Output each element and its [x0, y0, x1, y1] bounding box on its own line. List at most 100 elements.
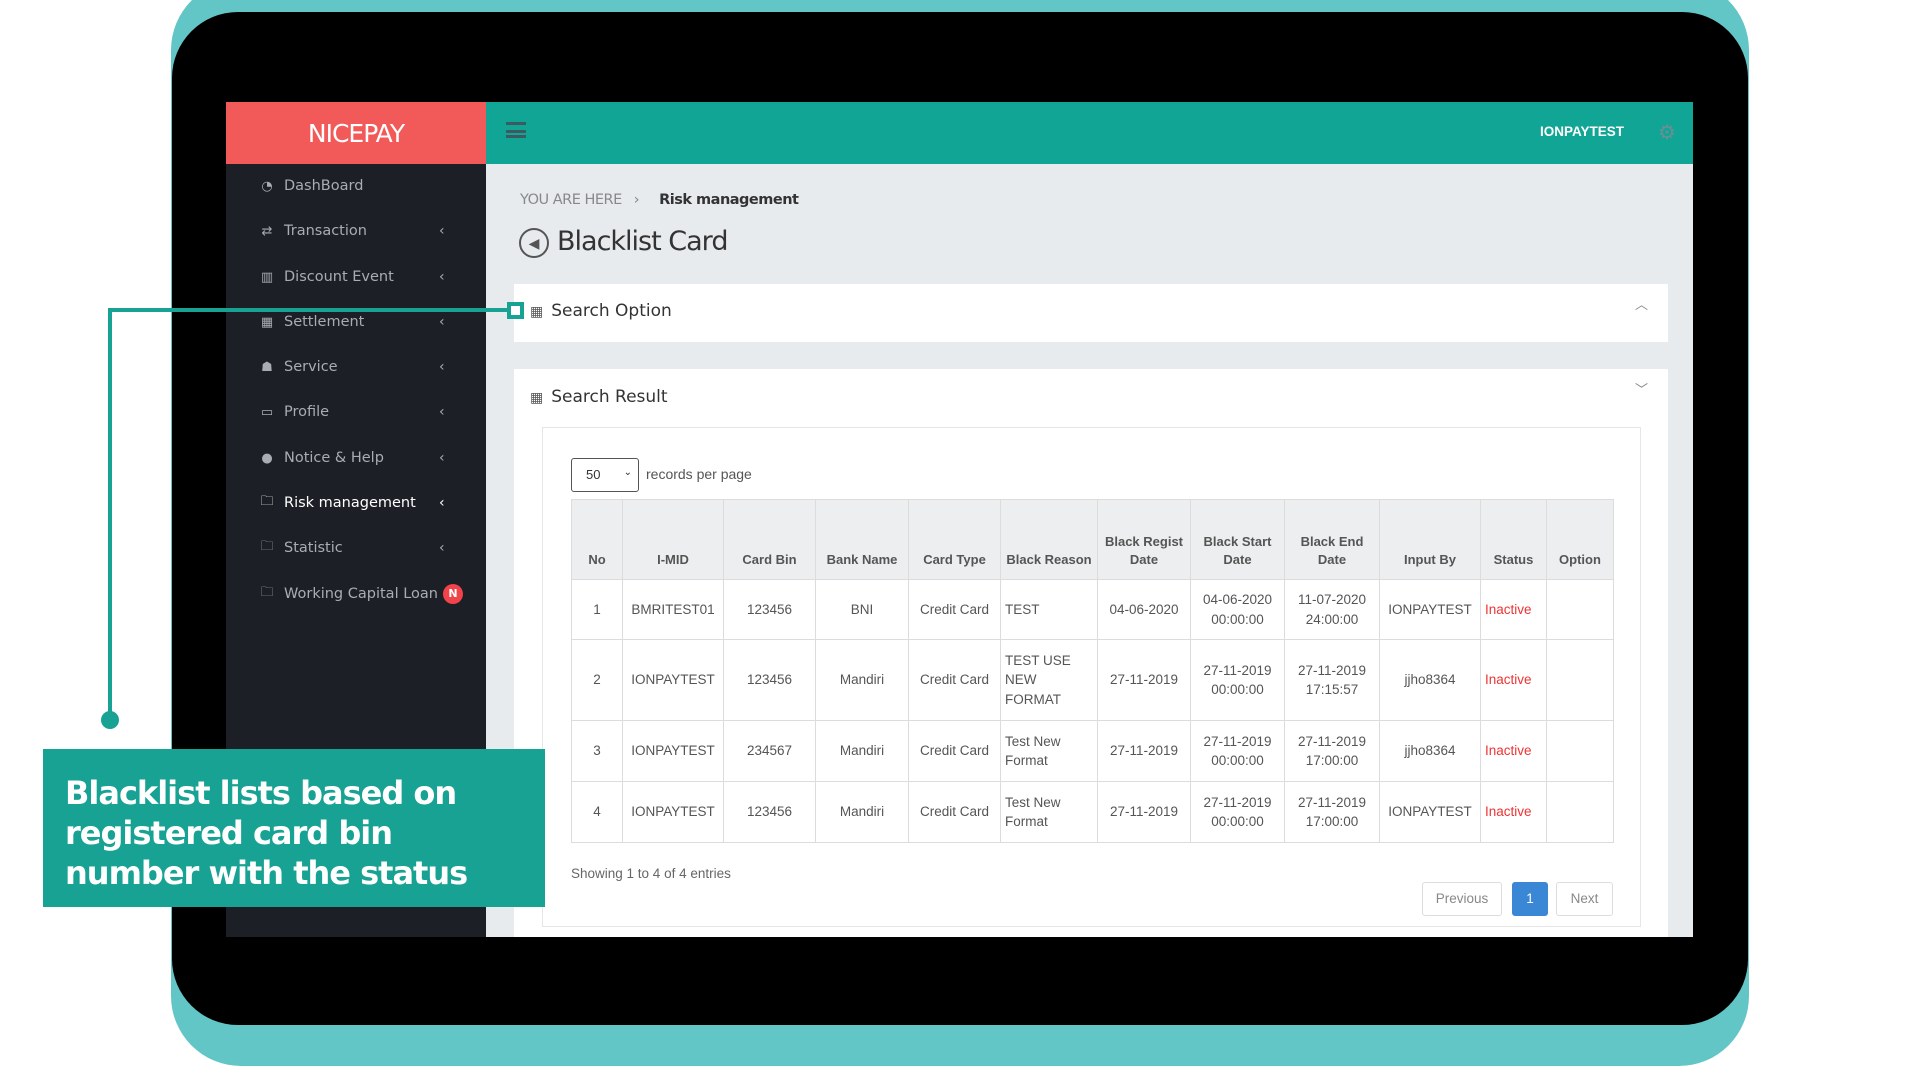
- table-cell: 27-11-2019 17:00:00: [1284, 781, 1380, 843]
- column-header[interactable]: Card Bin: [723, 499, 816, 580]
- sidebar-item-label: Notice & Help: [284, 450, 384, 466]
- sidebar-item-statistic[interactable]: 🗀 Statistic ‹: [226, 528, 486, 568]
- username[interactable]: IONPAYTEST: [1540, 124, 1624, 139]
- logo[interactable]: NICEPAY: [226, 102, 486, 164]
- table-cell: Test New Format: [1000, 720, 1098, 782]
- grid-icon: ▦: [530, 304, 544, 320]
- sidebar-item-working-capital-loan[interactable]: 🗀 Working Capital Loan N: [226, 574, 486, 614]
- table-cell: Mandiri: [815, 720, 909, 782]
- back-arrow-icon[interactable]: ◀: [519, 228, 549, 258]
- new-badge: N: [442, 584, 463, 604]
- column-header[interactable]: Status: [1480, 499, 1547, 580]
- sidebar-item-label: Profile: [284, 404, 330, 420]
- table-cell: jjho8364: [1379, 720, 1481, 782]
- breadcrumb: YOU ARE HERE › Risk management: [520, 192, 799, 208]
- table-cell: IONPAYTEST: [622, 781, 724, 843]
- sidebar-item-risk-management[interactable]: 🗀 Risk management ‹: [226, 483, 486, 523]
- table-cell: BMRITEST01: [622, 579, 724, 640]
- column-header[interactable]: Card Type: [908, 499, 1001, 580]
- sidebar-item-label: Discount Event: [284, 269, 394, 285]
- sidebar-item-label: Risk management: [284, 495, 416, 511]
- column-header[interactable]: Bank Name: [815, 499, 909, 580]
- breadcrumb-prefix: YOU ARE HERE: [520, 192, 622, 208]
- sidebar-item-label: Statistic: [284, 540, 343, 556]
- page-title: Blacklist Card: [557, 226, 728, 257]
- chevron-left-icon: ‹: [439, 540, 445, 556]
- table-cell: [1546, 579, 1614, 640]
- records-per-page-label: records per page: [646, 466, 752, 482]
- table-cell: BNI: [815, 579, 909, 640]
- table-cell: 2: [571, 639, 623, 721]
- table-cell: 27-11-2019: [1097, 639, 1191, 721]
- column-header[interactable]: No: [571, 499, 623, 580]
- sidebar-item-label: Service: [284, 359, 338, 375]
- hamburger-menu-icon[interactable]: [506, 122, 526, 138]
- column-header[interactable]: Input By: [1379, 499, 1481, 580]
- chevron-left-icon: ‹: [439, 495, 445, 511]
- column-header[interactable]: Black Start Date: [1190, 499, 1285, 580]
- sidebar-item-notice-help[interactable]: ● Notice & Help ‹: [226, 438, 486, 478]
- table-cell: 27-11-2019 00:00:00: [1190, 781, 1285, 843]
- column-header[interactable]: I-MID: [622, 499, 724, 580]
- folder-icon: 🗀: [260, 539, 274, 554]
- table-row: 3 IONPAYTEST 234567 Mandiri Credit Card Test …: [571, 720, 1614, 782]
- entries-info: Showing 1 to 4 of 4 entries: [571, 866, 731, 881]
- table-cell: jjho8364: [1379, 639, 1481, 721]
- calendar-icon: ▦: [260, 314, 274, 330]
- collapse-chevron-up-icon[interactable]: ︿: [1635, 294, 1648, 313]
- status-badge: Inactive: [1480, 639, 1547, 721]
- table-cell: 04-06-2020 00:00:00: [1190, 579, 1285, 640]
- sidebar-item-transaction[interactable]: ⇄ Transaction ‹: [226, 211, 486, 251]
- bar-chart-icon: ▥: [260, 269, 274, 285]
- table-cell: 27-11-2019 17:00:00: [1284, 720, 1380, 782]
- status-badge: Inactive: [1480, 720, 1547, 782]
- table-cell: 27-11-2019 00:00:00: [1190, 720, 1285, 782]
- search-result-header[interactable]: ▦ Search Result: [530, 387, 668, 407]
- previous-page-button[interactable]: Previous: [1422, 882, 1502, 916]
- callout-connector-vertical: [108, 308, 112, 720]
- column-header[interactable]: Black Regist Date: [1097, 499, 1191, 580]
- sidebar-item-label: Working Capital Loan: [284, 586, 438, 602]
- column-header[interactable]: Black End Date: [1284, 499, 1380, 580]
- sidebar-item-service[interactable]: ☗ Service ‹: [226, 347, 486, 387]
- table-cell: Credit Card: [908, 579, 1001, 640]
- dashboard-icon: ◔: [261, 178, 273, 194]
- table-row: 4 IONPAYTEST 123456 Mandiri Credit Card Test …: [571, 781, 1614, 843]
- sidebar-item-discount-event[interactable]: ▥ Discount Event ‹: [226, 257, 486, 297]
- chevron-left-icon: ‹: [439, 404, 445, 420]
- folder-icon: 🗀: [260, 585, 274, 600]
- page-size-select[interactable]: 50 ⌄: [571, 458, 639, 492]
- exchange-icon: ⇄: [261, 223, 273, 239]
- chevron-left-icon: ‹: [439, 359, 445, 375]
- sidebar-item-profile[interactable]: ▭ Profile ‹: [226, 392, 486, 432]
- table-cell: TEST USE NEW FORMAT: [1000, 639, 1098, 721]
- table-cell: 123456: [723, 639, 816, 721]
- page-1-button[interactable]: 1: [1512, 882, 1548, 916]
- column-header[interactable]: Option: [1546, 499, 1614, 580]
- table-cell: IONPAYTEST: [1379, 781, 1481, 843]
- table-cell: 234567: [723, 720, 816, 782]
- folder-icon: 🗀: [260, 494, 274, 509]
- next-page-button[interactable]: Next: [1556, 882, 1613, 916]
- breadcrumb-current: Risk management: [659, 192, 799, 208]
- search-option-header[interactable]: ▦ Search Option: [530, 301, 672, 321]
- search-option-panel: ▦ Search Option ︿: [514, 284, 1668, 342]
- callout-connector-horizontal: [108, 308, 518, 312]
- callout-marker: [507, 302, 524, 319]
- table-cell: Test New Format: [1000, 781, 1098, 843]
- collapse-chevron-down-icon[interactable]: ﹀: [1635, 379, 1648, 398]
- chevron-left-icon: ‹: [439, 314, 445, 330]
- table-cell: Credit Card: [908, 639, 1001, 721]
- callout-dot: [101, 711, 119, 729]
- table-cell: 123456: [723, 781, 816, 843]
- sidebar-item-dashboard[interactable]: ◔ DashBoard: [226, 166, 486, 206]
- table-cell: 4: [571, 781, 623, 843]
- panel-title: Search Result: [551, 387, 668, 407]
- users-icon: ☗: [261, 359, 273, 375]
- column-header[interactable]: Black Reason: [1000, 499, 1098, 580]
- gear-icon[interactable]: ⚙: [1658, 120, 1676, 145]
- table-cell: 11-07-2020 24:00:00: [1284, 579, 1380, 640]
- status-badge: Inactive: [1480, 579, 1547, 640]
- breadcrumb-separator: ›: [633, 192, 640, 208]
- table-row: 1 BMRITEST01 123456 BNI Credit Card TEST 04-06…: [571, 579, 1614, 640]
